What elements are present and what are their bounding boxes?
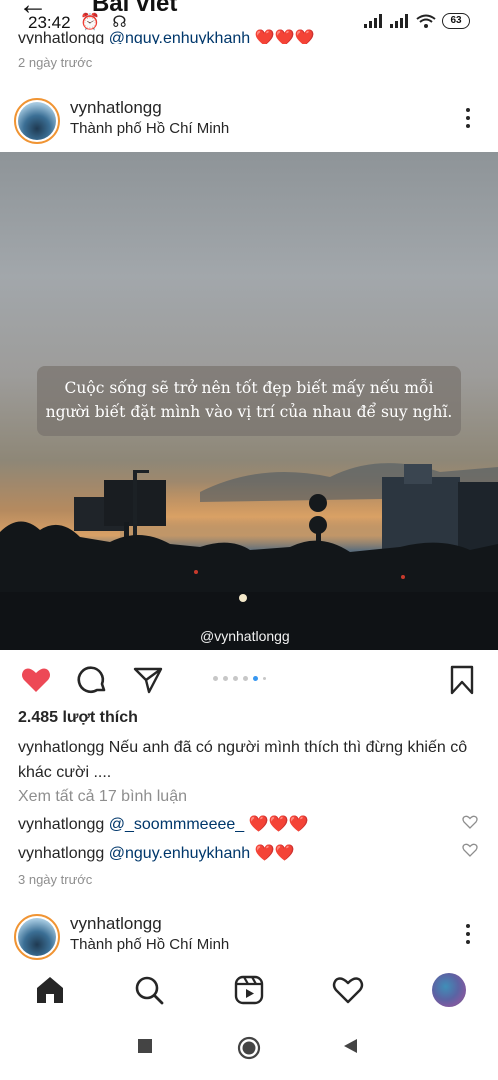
system-nav-bar bbox=[0, 1018, 498, 1080]
comment-icon[interactable] bbox=[76, 664, 108, 696]
search-icon[interactable] bbox=[133, 974, 165, 1006]
avatar[interactable] bbox=[14, 98, 60, 144]
heart-filled-icon[interactable] bbox=[20, 664, 52, 696]
home-circle-icon[interactable] bbox=[237, 1036, 261, 1060]
comment-row: vynhatlongg @_soommmeeee_ ❤️❤️❤️ bbox=[18, 814, 308, 834]
recent-apps-square-icon[interactable] bbox=[137, 1038, 153, 1054]
carousel-dot bbox=[243, 676, 248, 681]
comment-mention[interactable]: @nguy.enhuykhanh bbox=[109, 30, 250, 44]
comment-username[interactable]: vynhatlongg bbox=[18, 30, 104, 44]
next-post-header: vynhatlongg Thành phố Hồ Chí Minh bbox=[0, 906, 498, 962]
post-caption: vynhatlongg Nếu anh đã có người mình thí… bbox=[18, 735, 480, 785]
battery-indicator: 63 bbox=[442, 13, 470, 29]
post-username[interactable]: vynhatlongg bbox=[70, 98, 162, 118]
more-vertical-icon[interactable] bbox=[456, 106, 480, 130]
more-vertical-icon[interactable] bbox=[456, 922, 480, 946]
bookmark-icon[interactable] bbox=[446, 664, 478, 696]
carousel-dot-active bbox=[253, 676, 258, 681]
home-icon[interactable] bbox=[34, 974, 66, 1006]
comment-like-heart-icon[interactable] bbox=[462, 842, 478, 858]
carousel-dot bbox=[233, 676, 238, 681]
reels-icon[interactable] bbox=[233, 974, 265, 1006]
post-location[interactable]: Thành phố Hồ Chí Minh bbox=[70, 120, 229, 137]
status-right-icons: 63 bbox=[364, 13, 470, 29]
comment-mention[interactable]: @nguy.enhuykhanh bbox=[109, 845, 250, 862]
comment-username[interactable]: vynhatlongg bbox=[18, 845, 104, 862]
wifi-icon bbox=[416, 14, 436, 28]
caption-username[interactable]: vynhatlongg bbox=[18, 739, 104, 756]
post-time: 3 ngày trước bbox=[18, 872, 93, 887]
carousel-dot bbox=[223, 676, 228, 681]
previous-post-time: 2 ngày trước bbox=[18, 55, 93, 70]
comment-emoji: ❤️❤️ bbox=[254, 845, 295, 862]
comment-mention[interactable]: @_soommmeeee_ bbox=[109, 816, 244, 833]
send-icon[interactable] bbox=[132, 664, 164, 696]
signal-icon bbox=[390, 14, 410, 28]
comment-row: vynhatlongg @nguy.enhuykhanh ❤️❤️ bbox=[18, 843, 294, 863]
post-photo[interactable]: Cuộc sống sẽ trở nên tốt đẹp biết mấy nế… bbox=[0, 152, 498, 650]
carousel-indicator bbox=[213, 676, 266, 681]
signal-icon bbox=[364, 14, 384, 28]
carousel-dot bbox=[213, 676, 218, 681]
top-bar: ← Bài viết 23:42 ⏰ ☊ 63 vynhatlongg @ngu… bbox=[0, 0, 498, 44]
previous-post-comment: vynhatlongg @nguy.enhuykhanh ❤️❤️❤️ bbox=[18, 28, 314, 44]
comment-emoji: ❤️❤️❤️ bbox=[254, 30, 315, 44]
post-location[interactable]: Thành phố Hồ Chí Minh bbox=[70, 936, 229, 953]
post-username[interactable]: vynhatlongg bbox=[70, 914, 162, 934]
comment-emoji: ❤️❤️❤️ bbox=[248, 816, 309, 833]
comment-like-heart-icon[interactable] bbox=[462, 814, 478, 830]
back-triangle-icon[interactable] bbox=[342, 1038, 358, 1054]
comment-username[interactable]: vynhatlongg bbox=[18, 816, 104, 833]
avatar[interactable] bbox=[14, 914, 60, 960]
post-actions bbox=[0, 660, 498, 700]
post-header: vynhatlongg Thành phố Hồ Chí Minh bbox=[0, 90, 498, 150]
bottom-nav bbox=[0, 966, 498, 1014]
like-count[interactable]: 2.485 lượt thích bbox=[18, 709, 138, 727]
view-all-comments-link[interactable]: Xem tất cả 17 bình luận bbox=[18, 788, 187, 806]
profile-avatar[interactable] bbox=[432, 973, 466, 1007]
carousel-dot bbox=[263, 677, 266, 680]
photo-watermark: @vynhatlongg bbox=[200, 628, 290, 644]
photo-quote-text: Cuộc sống sẽ trở nên tốt đẹp biết mấy nế… bbox=[37, 366, 461, 436]
activity-heart-icon[interactable] bbox=[332, 974, 364, 1006]
